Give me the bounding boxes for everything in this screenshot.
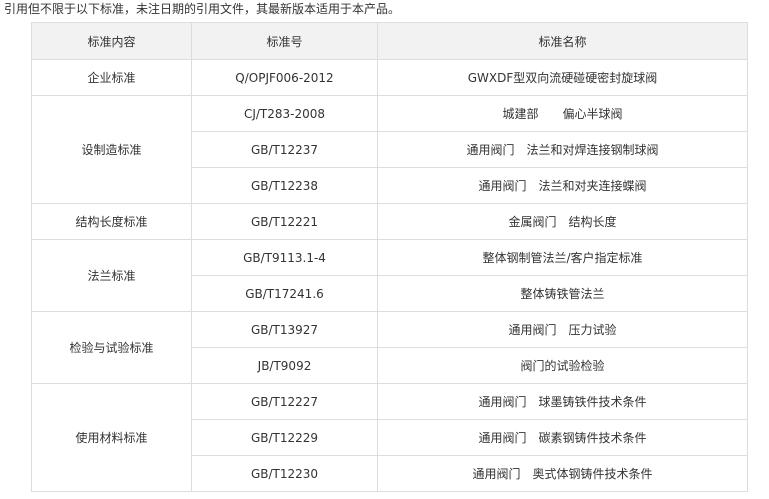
- category-cell: 使用材料标准: [31, 383, 192, 492]
- standard-name-cell: 整体铸铁管法兰: [377, 275, 748, 312]
- table-row: 使用材料标准 GB/T12227 通用阀门 球墨铸铁件技术条件: [31, 383, 748, 492]
- standard-number-cell: GB/T12230: [191, 455, 378, 492]
- standard-number-cell: GB/T12238: [191, 167, 378, 204]
- standard-number-cell: GB/T12221: [191, 203, 378, 240]
- table-header-row: 标准内容 标准号 标准名称: [31, 22, 748, 60]
- standard-number-cell: GB/T12237: [191, 131, 378, 168]
- standard-number-cell: JB/T9092: [191, 347, 378, 384]
- category-cell: 法兰标准: [31, 239, 192, 312]
- table-row: 检验与试验标准 GB/T13927 通用阀门 压力试验: [31, 311, 748, 384]
- header-standard-number: 标准号: [191, 22, 378, 60]
- category-cell: 设制造标准: [31, 95, 192, 204]
- header-standard-content: 标准内容: [31, 22, 192, 60]
- standard-name-cell: 整体钢制管法兰/客户指定标准: [377, 239, 748, 276]
- standard-name-cell: 通用阀门 法兰和对夹连接蝶阀: [377, 167, 748, 204]
- intro-text: 引用但不限于以下标准，未注日期的引用文件，其最新版本适用于本产品。: [4, 2, 401, 16]
- standard-name-cell: 通用阀门 压力试验: [377, 311, 748, 348]
- table-row: 设制造标准 CJ/T283-2008 城建部 偏心半球阀: [31, 95, 748, 204]
- standard-name-cell: 金属阀门 结构长度: [377, 203, 748, 240]
- table-row: 企业标准 Q/OPJF006-2012 GWXDF型双向流硬碰硬密封旋球阀: [31, 59, 748, 96]
- standard-name-cell: 通用阀门 法兰和对焊连接钢制球阀: [377, 131, 748, 168]
- table-row: 法兰标准 GB/T9113.1-4 整体钢制管法兰/客户指定标准: [31, 239, 748, 312]
- standard-name-cell: 阀门的试验检验: [377, 347, 748, 384]
- standard-number-cell: GB/T17241.6: [191, 275, 378, 312]
- standard-number-cell: CJ/T283-2008: [191, 95, 378, 132]
- category-cell: 企业标准: [31, 59, 192, 96]
- category-cell: 结构长度标准: [31, 203, 192, 240]
- standard-number-cell: GB/T13927: [191, 311, 378, 348]
- standard-number-cell: Q/OPJF006-2012: [191, 59, 378, 96]
- standard-name-cell: 通用阀门 球墨铸铁件技术条件: [377, 383, 748, 420]
- standard-name-cell: 通用阀门 碳素钢铸件技术条件: [377, 419, 748, 456]
- standard-name-cell: 通用阀门 奥式体钢铸件技术条件: [377, 455, 748, 492]
- table-row: 结构长度标准 GB/T12221 金属阀门 结构长度: [31, 203, 748, 240]
- standard-name-cell: GWXDF型双向流硬碰硬密封旋球阀: [377, 59, 748, 96]
- standard-number-cell: GB/T9113.1-4: [191, 239, 378, 276]
- standard-number-cell: GB/T12229: [191, 419, 378, 456]
- header-standard-name: 标准名称: [377, 22, 748, 60]
- standard-number-cell: GB/T12227: [191, 383, 378, 420]
- category-cell: 检验与试验标准: [31, 311, 192, 384]
- standard-name-cell: 城建部 偏心半球阀: [377, 95, 748, 132]
- standards-table: 标准内容 标准号 标准名称 企业标准 Q/OPJF006-2012 GWXDF型…: [31, 22, 748, 492]
